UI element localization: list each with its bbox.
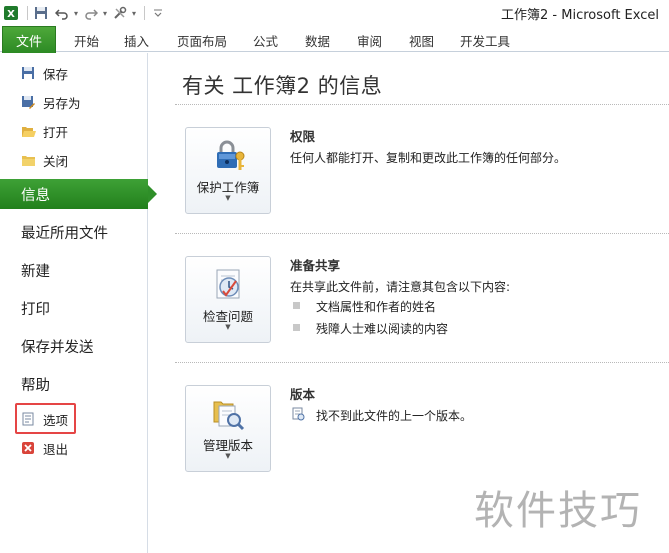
document-version-icon [291,406,305,421]
nav-help[interactable]: 帮助 [0,369,148,399]
bullet-marker [293,324,300,331]
window-title: 工作簿2 - Microsoft Excel [501,8,659,23]
versions-icon [209,394,249,434]
tools-icon[interactable] [111,4,129,22]
protect-workbook-button[interactable]: 保护工作簿 ▼ [185,127,271,214]
tools-dropdown-icon[interactable]: ▾ [132,9,136,18]
save-command[interactable]: 保存 [20,63,68,83]
nav-new[interactable]: 新建 [0,255,148,285]
exit-command[interactable]: 退出 [20,438,68,458]
tab-formulas[interactable]: 公式 [253,31,278,50]
tab-file[interactable]: 文件 [2,26,56,53]
open-command-label: 打开 [43,124,69,140]
prepare-heading: 准备共享 [290,258,341,273]
open-folder-icon [20,123,36,139]
undo-icon[interactable] [53,4,71,22]
tab-page-layout[interactable]: 页面布局 [177,31,227,50]
close-command[interactable]: 关闭 [20,150,68,170]
permissions-description: 任何人都能打开、复制和更改此工作簿的任何部分。 [290,151,567,165]
tab-data[interactable]: 数据 [305,31,330,50]
customize-qat-icon[interactable] [149,4,167,22]
title-bar: X ▾ ▾ ▾ 工作簿2 - Microsoft Excel [0,0,669,26]
versions-heading: 版本 [290,387,316,402]
prepare-description: 在共享此文件前，请注意其包含以下内容: [290,280,511,294]
chevron-down-icon: ▼ [225,323,231,331]
inspect-document-icon [209,265,249,305]
exit-icon [20,440,36,456]
nav-save-and-send[interactable]: 保存并发送 [0,331,148,361]
nav-print[interactable]: 打印 [0,293,148,323]
save-as-command-label: 另存为 [43,95,81,111]
ribbon-tab-bar: 文件 开始 插入 页面布局 公式 数据 审阅 视图 开发工具 [0,26,669,53]
tab-view[interactable]: 视图 [409,31,434,50]
redo-dropdown-icon[interactable]: ▾ [103,9,107,18]
tab-insert[interactable]: 插入 [124,31,149,50]
section-divider [175,362,669,363]
lock-keys-icon [209,136,249,176]
versions-description: 找不到此文件的上一个版本。 [316,409,473,423]
save-as-icon [20,94,36,110]
manage-versions-button[interactable]: 管理版本 ▼ [185,385,271,472]
excel-logo-icon: X [2,4,20,22]
close-command-label: 关闭 [43,153,69,169]
redo-icon[interactable] [82,4,100,22]
bullet-marker [293,302,300,309]
nav-info[interactable]: 信息 [0,179,157,209]
chevron-down-icon: ▼ [225,452,231,460]
tab-developer[interactable]: 开发工具 [460,31,510,50]
save-command-label: 保存 [43,66,69,82]
nav-recent[interactable]: 最近所用文件 [0,217,148,247]
save-icon[interactable] [32,4,50,22]
quick-access-toolbar: X ▾ ▾ ▾ [2,3,170,23]
undo-dropdown-icon[interactable]: ▾ [74,9,78,18]
section-divider [175,233,669,234]
prepare-item: 残障人士难以阅读的内容 [316,322,449,336]
backstage-nav: 保存 另存为 打开 关闭 信息 最近所用文件 新建 打印 保存并发送 帮助 选项… [0,53,157,553]
tab-review[interactable]: 审阅 [357,31,382,50]
check-for-issues-button[interactable]: 检查问题 ▼ [185,256,271,343]
permissions-heading: 权限 [290,129,316,144]
save-icon [20,65,36,81]
watermark-text: 软件技巧 [474,488,642,534]
svg-text:X: X [7,9,15,20]
tab-home[interactable]: 开始 [74,31,99,50]
page-title: 有关 工作簿2 的信息 [182,74,383,98]
toolbar-divider [144,6,146,20]
chevron-down-icon: ▼ [225,194,231,202]
title-divider [175,104,669,105]
save-as-command[interactable]: 另存为 [20,92,81,112]
close-folder-icon [20,152,36,168]
prepare-item: 文档属性和作者的姓名 [316,300,437,314]
toolbar-divider [27,6,28,20]
open-command[interactable]: 打开 [20,121,68,141]
options-highlight-box [15,403,76,434]
exit-command-label: 退出 [43,441,69,457]
